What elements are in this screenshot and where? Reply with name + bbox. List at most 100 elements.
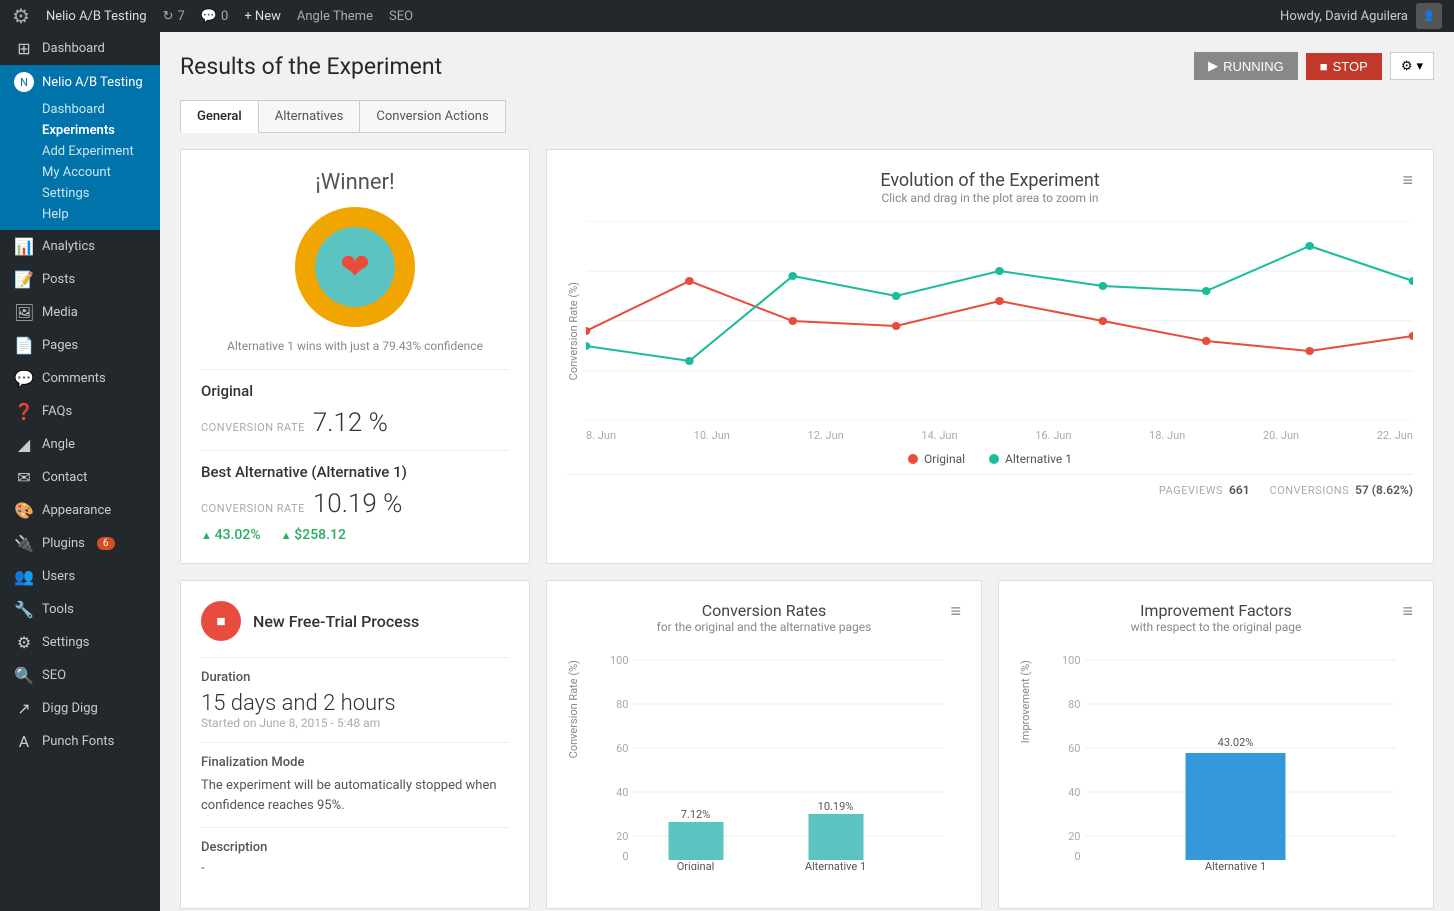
sidebar-sub-settings[interactable]: Settings <box>0 183 160 204</box>
duration-label: Duration <box>201 670 509 685</box>
evolution-chart-subtitle: Click and drag in the plot area to zoom … <box>736 191 1244 205</box>
improvement-menu[interactable]: ≡ <box>1402 601 1413 622</box>
sidebar-analytics-label: Analytics <box>42 239 95 254</box>
sidebar-item-posts[interactable]: 📝 Posts <box>0 263 160 296</box>
running-button[interactable]: ▶ RUNNING <box>1194 52 1298 80</box>
sidebar-item-comments[interactable]: 💬 Comments <box>0 362 160 395</box>
sub-add-experiment-label: Add Experiment <box>42 144 134 159</box>
sidebar-angle-label: Angle <box>42 437 75 452</box>
sidebar-sub-add-experiment[interactable]: Add Experiment <box>0 141 160 162</box>
wp-logo-item[interactable]: ⚙ <box>12 4 30 28</box>
sidebar-item-punch-fonts[interactable]: A Punch Fonts <box>0 725 160 758</box>
svg-text:20: 20 <box>1068 830 1080 843</box>
pageviews-value: 661 <box>1229 483 1250 497</box>
angle-icon: ◢ <box>14 435 34 454</box>
svg-text:Alternative 1: Alternative 1 <box>805 860 866 870</box>
sidebar-sub-help[interactable]: Help <box>0 204 160 230</box>
evolution-chart-menu[interactable]: ≡ <box>1402 170 1413 191</box>
sidebar-item-users[interactable]: 👥 Users <box>0 560 160 593</box>
svg-text:7.12%: 7.12% <box>681 808 711 821</box>
sidebar-item-contact[interactable]: ✉ Contact <box>0 461 160 494</box>
tab-alternatives-label: Alternatives <box>275 109 344 124</box>
running-label: RUNNING <box>1223 59 1284 74</box>
sidebar-item-tools[interactable]: 🔧 Tools <box>0 593 160 626</box>
improvement-card: Improvement Factors with respect to the … <box>998 580 1434 909</box>
sidebar: ⊞ Dashboard N Nelio A/B Testing Dashboar… <box>0 32 160 911</box>
gear-icon: ⚙ <box>1401 58 1413 74</box>
sidebar-contact-label: Contact <box>42 470 87 485</box>
sidebar-item-diggdigg[interactable]: ↗ Digg Digg <box>0 692 160 725</box>
sidebar-item-seo[interactable]: 🔍 SEO <box>0 659 160 692</box>
svg-text:80: 80 <box>1068 698 1080 711</box>
angle-theme-item[interactable]: Angle Theme <box>297 9 373 24</box>
sidebar-item-angle[interactable]: ◢ Angle <box>0 428 160 461</box>
sidebar-users-label: Users <box>42 569 75 584</box>
original-rate-value: 7.12 % <box>313 408 388 438</box>
tab-conversion-actions-label: Conversion Actions <box>376 109 488 124</box>
angle-theme-label: Angle Theme <box>297 9 373 24</box>
experiment-name: New Free-Trial Process <box>253 612 419 631</box>
settings-gear-button[interactable]: ⚙ ▾ <box>1390 52 1434 80</box>
comments-item[interactable]: 💬 0 <box>201 9 229 24</box>
original-label: Original <box>201 382 509 400</box>
sidebar-sub-experiments[interactable]: Experiments <box>0 120 160 141</box>
sidebar-item-plugins[interactable]: 🔌 Plugins 6 <box>0 527 160 560</box>
tab-alternatives[interactable]: Alternatives <box>258 100 360 133</box>
tab-conversion-actions[interactable]: Conversion Actions <box>359 100 505 133</box>
winner-title: ¡Winner! <box>201 170 509 195</box>
sub-settings-label: Settings <box>42 186 89 201</box>
original-rate-row: CONVERSION RATE 7.12 % <box>201 408 509 438</box>
sidebar-sub-my-account[interactable]: My Account <box>0 162 160 183</box>
conv-rates-header: Conversion Rates for the original and th… <box>567 601 961 646</box>
alt-rate-value: 10.19 % <box>313 489 402 519</box>
svg-text:20: 20 <box>616 830 628 843</box>
sub-my-account-label: My Account <box>42 165 111 180</box>
svg-text:60: 60 <box>616 742 628 755</box>
site-name-item[interactable]: Nelio A/B Testing <box>46 9 147 24</box>
sidebar-posts-label: Posts <box>42 272 75 287</box>
sidebar-diggdigg-label: Digg Digg <box>42 701 98 716</box>
sidebar-item-analytics[interactable]: 📊 Analytics <box>0 230 160 263</box>
dashboard-icon: ⊞ <box>14 39 34 58</box>
svg-text:43.02%: 43.02% <box>1218 736 1254 749</box>
sidebar-item-nelio[interactable]: N Nelio A/B Testing <box>0 65 160 99</box>
description-label: Description <box>201 840 509 855</box>
chart-legend: Original Alternative 1 <box>567 452 1413 466</box>
sidebar-item-media[interactable]: 🖼 Media <box>0 296 160 329</box>
evolution-chart-title: Evolution of the Experiment <box>736 170 1244 191</box>
media-icon: 🖼 <box>14 303 34 322</box>
description-value: - <box>201 861 509 876</box>
svg-text:0: 0 <box>1074 850 1080 863</box>
pageviews-stat: PAGEVIEWS 661 <box>1159 483 1250 497</box>
sidebar-pages-label: Pages <box>42 338 78 353</box>
svg-text:100: 100 <box>610 654 629 667</box>
appearance-icon: 🎨 <box>14 501 34 520</box>
stop-icon: ■ <box>1320 59 1328 74</box>
sidebar-sub-dashboard[interactable]: Dashboard <box>0 99 160 120</box>
improvement-title: Improvement Factors <box>1098 601 1334 620</box>
top-cards-row: ¡Winner! ❤ Alternative 1 wins with just … <box>180 149 1434 564</box>
alt-rate-row: CONVERSION RATE 10.19 % <box>201 489 509 519</box>
adminbar-right: Howdy, David Aguilera 👤 <box>1280 3 1442 29</box>
sidebar-faqs-label: FAQs <box>42 404 72 419</box>
conv-rates-y-label: Conversion Rate (%) <box>567 660 580 758</box>
sidebar-plugins-label: Plugins <box>42 536 85 551</box>
seo-item[interactable]: SEO <box>389 9 413 24</box>
stop-button[interactable]: ■ STOP <box>1306 53 1382 80</box>
new-item[interactable]: + New <box>244 9 281 24</box>
svg-text:Alternative 1: Alternative 1 <box>1205 860 1266 870</box>
conv-rates-menu[interactable]: ≡ <box>950 601 961 622</box>
alt-conv-rate-label: CONVERSION RATE <box>201 502 305 515</box>
sidebar-item-dashboard[interactable]: ⊞ Dashboard <box>0 32 160 65</box>
plugins-badge: 6 <box>97 537 115 550</box>
sidebar-item-pages[interactable]: 📄 Pages <box>0 329 160 362</box>
svg-text:80: 80 <box>616 698 628 711</box>
sidebar-item-appearance[interactable]: 🎨 Appearance <box>0 494 160 527</box>
legend-original-label: Original <box>924 452 965 466</box>
tab-general[interactable]: General <box>180 100 258 133</box>
started-sub: Started on June 8, 2015 - 5:48 am <box>201 716 509 730</box>
updates-item[interactable]: ↻ 7 <box>163 9 185 24</box>
conv-rates-subtitle: for the original and the alternative pag… <box>646 620 882 634</box>
sidebar-item-faqs[interactable]: ❓ FAQs <box>0 395 160 428</box>
sidebar-item-settings[interactable]: ⚙ Settings <box>0 626 160 659</box>
